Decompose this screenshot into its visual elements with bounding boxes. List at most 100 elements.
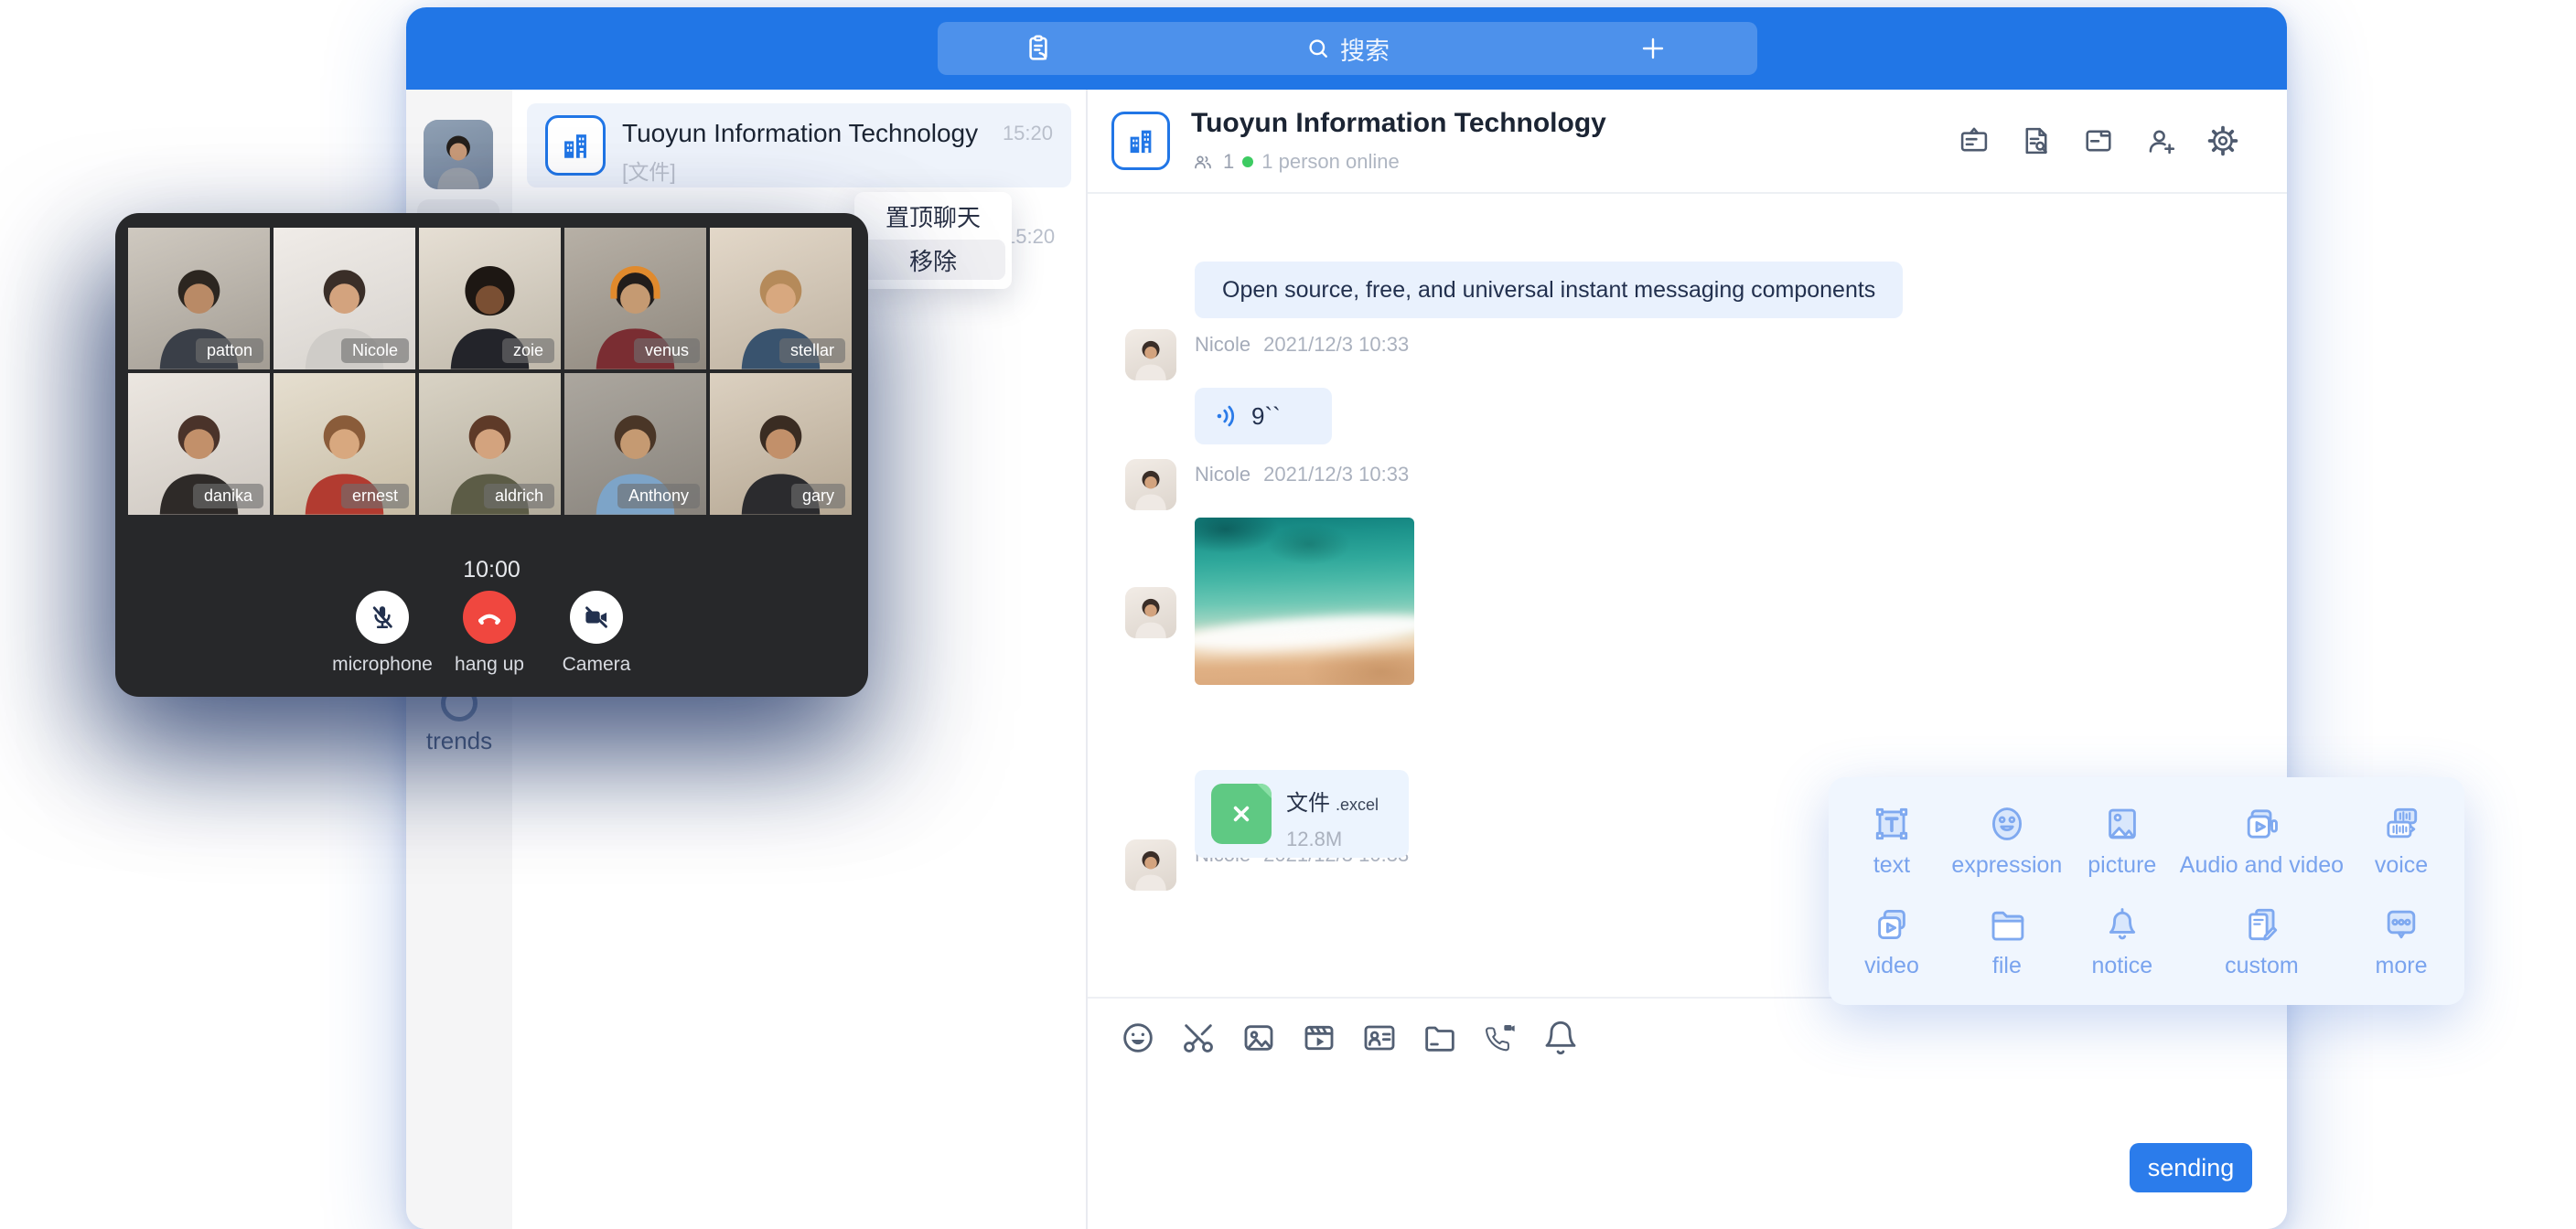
text-message-bubble[interactable]: Open source, free, and universal instant… — [1195, 262, 1903, 318]
chat-header: Tuoyun Information Technology 1 1 person… — [1088, 90, 2287, 194]
participant-tile[interactable]: gary — [710, 373, 852, 515]
participant-tile[interactable]: stellar — [710, 228, 852, 369]
panel-item-audio-video[interactable]: Audio and video — [2180, 790, 2344, 892]
panel-item-label: file — [1992, 953, 2022, 979]
chat-title: Tuoyun Information Technology — [1191, 108, 1606, 139]
notice-bell-icon — [2101, 903, 2143, 946]
message-text: Open source, free, and universal instant… — [1222, 277, 1875, 304]
members-icon — [1191, 150, 1215, 174]
message-sender: Nicole — [1195, 333, 1250, 357]
camera-label: Camera — [523, 654, 670, 676]
add-member-icon[interactable] — [2144, 124, 2177, 157]
conversation-time: 15:20 — [1004, 225, 1055, 249]
panel-item-label: notice — [2091, 953, 2152, 979]
participant-tile[interactable]: Anthony — [564, 373, 706, 515]
search-input[interactable]: 搜索 — [938, 22, 1757, 75]
chat-subtitle: 1 1 person online — [1191, 150, 1400, 174]
custom-icon — [2240, 903, 2282, 946]
my-avatar[interactable] — [424, 120, 493, 189]
panel-item-label: expression — [1951, 852, 2062, 879]
image-message-beach-photo[interactable] — [1195, 518, 1414, 685]
panel-item-expression[interactable]: expression — [1949, 790, 2065, 892]
participant-tile[interactable]: danika — [128, 373, 270, 515]
panel-item-label: custom — [2225, 953, 2299, 979]
search-bar[interactable]: 搜索 — [938, 22, 1757, 75]
file-name: 文件 — [1286, 791, 1330, 816]
folder-icon[interactable] — [1420, 1018, 1460, 1058]
panel-item-notice[interactable]: notice — [2065, 892, 2180, 993]
microphone-mute-button[interactable] — [356, 591, 409, 644]
video-icon — [1871, 903, 1913, 946]
hang-up-icon — [474, 602, 505, 633]
panel-item-file[interactable]: file — [1949, 892, 2065, 993]
panel-item-text[interactable]: text — [1834, 790, 1949, 892]
video-clapper-icon[interactable] — [1299, 1018, 1339, 1058]
participant-name: danika — [193, 484, 263, 508]
panel-item-voice[interactable]: voice — [2344, 790, 2459, 892]
page: 搜索 trends — [0, 0, 2576, 1229]
video-call-icon[interactable] — [1480, 1018, 1520, 1058]
menu-item-pin-chat[interactable]: 置顶聊天 — [854, 192, 1012, 240]
folder-file-icon — [1986, 903, 2028, 946]
screenshot-scissors-icon[interactable] — [1178, 1018, 1218, 1058]
message-time: 2021/12/3 10:33 — [1263, 333, 1409, 357]
top-bar: 搜索 — [406, 7, 2287, 90]
announcement-icon[interactable] — [1958, 124, 1991, 157]
conversation-time: 15:20 — [1003, 122, 1053, 145]
excel-file-icon — [1211, 784, 1272, 844]
avatar[interactable] — [1125, 587, 1176, 638]
panel-item-video[interactable]: video — [1834, 892, 1949, 993]
avatar[interactable] — [1125, 839, 1176, 891]
menu-item-remove[interactable]: 移除 — [861, 240, 1005, 280]
panel-item-label: Audio and video — [2180, 852, 2344, 879]
participant-tile[interactable]: aldrich — [419, 373, 561, 515]
file-info: 文件.excel 12.8M — [1286, 785, 1379, 851]
participant-tile[interactable]: patton — [128, 228, 270, 369]
contact-card-icon[interactable] — [1359, 1018, 1400, 1058]
conversation-title: Tuoyun Information Technology — [622, 119, 978, 148]
call-timer: 10:00 — [115, 557, 868, 583]
more-icon — [2380, 903, 2422, 946]
header-actions — [1958, 124, 2239, 157]
online-dot — [1242, 156, 1253, 167]
participant-name: aldrich — [484, 484, 554, 508]
voice-icon — [2380, 803, 2422, 845]
send-button[interactable]: sending — [2130, 1143, 2252, 1192]
avatar[interactable] — [1125, 459, 1176, 510]
camera-toggle-button[interactable] — [570, 591, 623, 644]
add-icon[interactable] — [1638, 34, 1668, 63]
message-type-panel: text expression picture — [1829, 777, 2464, 1005]
chat-history-search-icon[interactable] — [2020, 124, 2053, 157]
panel-item-custom[interactable]: custom — [2180, 892, 2344, 993]
participant-name: stellar — [779, 338, 845, 363]
participant-tile[interactable]: venus — [564, 228, 706, 369]
participant-name: gary — [791, 484, 845, 508]
panel-item-picture[interactable]: picture — [2065, 790, 2180, 892]
notification-bell-icon[interactable] — [1540, 1018, 1581, 1058]
conversation-context-menu: 置顶聊天 移除 — [854, 192, 1012, 289]
file-manager-icon[interactable] — [2082, 124, 2115, 157]
panel-item-more[interactable]: more — [2344, 892, 2459, 993]
image-icon[interactable] — [1239, 1018, 1279, 1058]
voice-wave-icon — [1213, 401, 1242, 431]
panel-item-label: text — [1873, 852, 1910, 879]
conversation-item-selected[interactable]: Tuoyun Information Technology [文件] 15:20 — [527, 103, 1071, 187]
panel-item-label: voice — [2375, 852, 2428, 879]
picture-icon — [2101, 803, 2143, 845]
participant-tile[interactable]: zoie — [419, 228, 561, 369]
message-meta: Nicole 2021/12/3 10:33 — [1195, 463, 1409, 486]
video-call-window: patton Nicole zoie venus stellar danika — [115, 213, 868, 697]
voice-duration: 9`` — [1251, 402, 1281, 431]
participant-tile[interactable]: ernest — [274, 373, 415, 515]
participant-name: venus — [634, 338, 700, 363]
panel-item-label: more — [2376, 953, 2428, 979]
participant-tile[interactable]: Nicole — [274, 228, 415, 369]
group-building-icon — [545, 115, 606, 176]
file-message-bubble[interactable]: 文件.excel 12.8M — [1195, 770, 1409, 858]
conversation-last-message: [文件] — [622, 155, 676, 186]
voice-message-bubble[interactable]: 9`` — [1195, 388, 1332, 444]
settings-gear-icon[interactable] — [2206, 124, 2239, 157]
emoji-icon[interactable] — [1118, 1018, 1158, 1058]
avatar[interactable] — [1125, 329, 1176, 380]
hang-up-button[interactable] — [463, 591, 516, 644]
